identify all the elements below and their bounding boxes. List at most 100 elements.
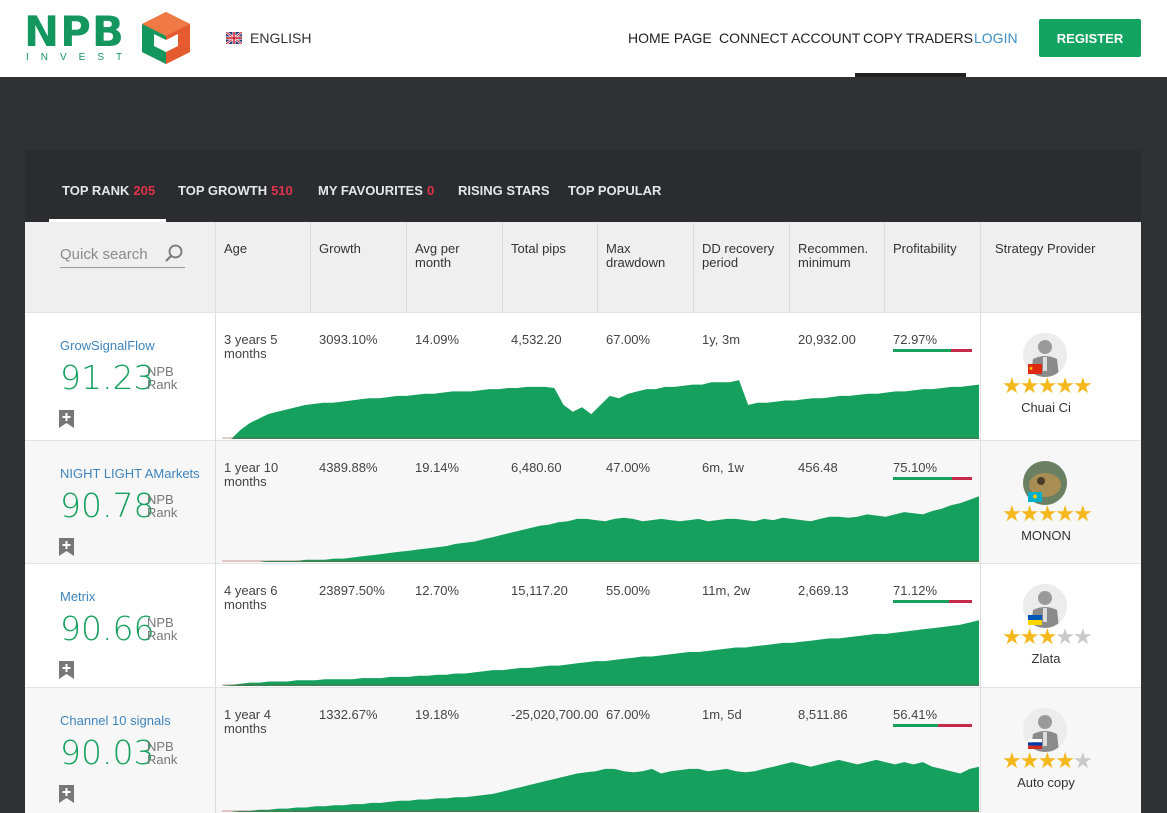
npb-rank-label: NPB Rank (147, 616, 177, 642)
rating-star-icon: ★ (1055, 748, 1075, 773)
profitability-bar-positive (893, 477, 952, 480)
tab-label: TOP GROWTH (178, 183, 268, 198)
cell-age: 4 years 6 months (224, 584, 277, 612)
rating-star-icon: ★ (1072, 624, 1093, 649)
age-line: 1 year 4 (224, 707, 271, 722)
trader-row[interactable]: Metrix 90.66 NPB Rank 4 years 6 months 23897.5… (25, 563, 1141, 687)
equity-growth-chart (222, 759, 979, 812)
rating-star-icon: ★ (1002, 501, 1022, 526)
col-dd-recovery[interactable]: DD recovery period (702, 242, 774, 270)
logo[interactable]: NPB INVEST (24, 8, 199, 66)
col-max-drawdown[interactable]: Max drawdown (606, 242, 665, 270)
cell-avg: 14.09% (415, 332, 460, 347)
tab-top-popular[interactable]: TOP POPULAR (568, 183, 661, 198)
nav-home-page[interactable]: HOME PAGE (628, 30, 712, 46)
rank-label-line: Rank (147, 628, 178, 643)
column-divider (310, 222, 311, 312)
register-button[interactable]: REGISTER (1039, 19, 1141, 57)
search-input[interactable]: Quick search (60, 240, 185, 268)
trader-name-link[interactable]: Metrix (60, 589, 95, 604)
cell-pips: 6,480.60 (511, 460, 562, 475)
age-line: months (224, 597, 267, 612)
provider-rating: ★★★★★ (1002, 748, 1093, 774)
cell-recovery: 11m, 2w (702, 583, 751, 598)
age-line: months (224, 346, 267, 361)
cell-avg: 12.70% (415, 583, 460, 598)
col-profitability[interactable]: Profitability (893, 242, 957, 256)
profitability-bar-positive (893, 349, 951, 352)
rating-star-icon: ★ (1072, 373, 1093, 398)
column-divider (693, 222, 694, 312)
cell-recovery: 6m, 1w (702, 460, 744, 475)
col-strategy-provider[interactable]: Strategy Provider (995, 242, 1095, 256)
cell-drawdown: 67.00% (606, 332, 651, 347)
add-favourite-icon[interactable] (59, 410, 74, 428)
logo-text: NPB (24, 7, 125, 56)
rating-star-icon: ★ (1019, 373, 1040, 398)
tab-rising-stars[interactable]: RISING STARS (458, 183, 550, 198)
cell-avg: 19.18% (415, 707, 460, 722)
nav-login[interactable]: LOGIN (974, 30, 1018, 46)
traders-panel: TOP RANK 205 TOP GROWTH 510 MY FAVOURITES 0… (25, 150, 1141, 813)
provider-rating: ★★★★★ (1002, 501, 1093, 527)
column-divider (406, 222, 407, 312)
uk-flag-icon (226, 32, 242, 44)
cell-growth: 3093.10% (319, 332, 378, 347)
col-age[interactable]: Age (224, 242, 247, 256)
add-favourite-icon[interactable] (59, 538, 74, 556)
site-header: NPB INVEST ENGLISH HOME PAGE CONNECT ACC… (0, 0, 1167, 77)
tab-count: 510 (271, 183, 293, 198)
npb-rank-score: 91.23 (60, 358, 155, 397)
trader-row[interactable]: Channel 10 signals 90.03 NPB Rank 1 year 4 mo… (25, 687, 1141, 813)
col-label: Recommen. (798, 241, 869, 256)
logo-mark-icon (142, 12, 190, 64)
cell-profit: 72.97% (893, 332, 938, 347)
rating-star-icon: ★ (1019, 624, 1040, 649)
tab-top-growth[interactable]: TOP GROWTH 510 (178, 183, 293, 198)
rating-star-icon: ★ (1055, 501, 1075, 526)
trader-row[interactable]: NIGHT LIGHT AMarkets 90.78 NPB Rank 1 year 1… (25, 440, 1141, 563)
tab-top-rank[interactable]: TOP RANK 205 (62, 183, 155, 198)
age-line: 3 years 5 (224, 332, 278, 347)
trader-name-link[interactable]: NIGHT LIGHT AMarkets (60, 466, 200, 481)
col-avg-per-month[interactable]: Avg per month (415, 242, 460, 270)
nav-copy-traders[interactable]: COPY TRADERS (863, 30, 973, 46)
language-selector[interactable]: ENGLISH (226, 30, 311, 46)
equity-area (222, 620, 979, 686)
provider-name[interactable]: Chuai Ci (981, 400, 1111, 415)
trader-name-link[interactable]: GrowSignalFlow (60, 338, 155, 353)
profitability-bar-negative (938, 724, 972, 727)
trader-row[interactable]: GrowSignalFlow 91.23 NPB Rank 3 years 5 month… (25, 312, 1141, 440)
tab-my-favourites[interactable]: MY FAVOURITES 0 (318, 183, 434, 198)
nav-connect-account[interactable]: CONNECT ACCOUNT (719, 30, 860, 46)
column-divider (215, 222, 216, 813)
col-growth[interactable]: Growth (319, 242, 361, 256)
add-favourite-icon[interactable] (59, 785, 74, 803)
tab-label: RISING STARS (458, 183, 550, 198)
cell-minimum: 2,669.13 (798, 583, 849, 598)
npb-rank-score: 90.66 (60, 609, 155, 648)
tab-label: MY FAVOURITES (318, 183, 423, 198)
cell-minimum: 456.48 (798, 460, 838, 475)
rating-star-icon: ★ (1002, 624, 1022, 649)
column-divider (884, 222, 885, 312)
cell-pips: 15,117.20 (511, 583, 568, 598)
cell-drawdown: 47.00% (606, 460, 651, 475)
age-line: months (224, 721, 267, 736)
trader-name-link[interactable]: Channel 10 signals (60, 713, 171, 728)
profitability-bar-positive (893, 724, 938, 727)
cell-recovery: 1m, 5d (702, 707, 742, 722)
provider-name[interactable]: MONON (981, 528, 1111, 543)
col-recommended-minimum[interactable]: Recommen. minimum (798, 242, 868, 270)
equity-area (222, 380, 979, 439)
col-total-pips[interactable]: Total pips (511, 242, 566, 256)
search-icon[interactable] (165, 244, 183, 262)
provider-name[interactable]: Zlata (981, 651, 1111, 666)
equity-growth-chart (222, 380, 979, 439)
provider-rating: ★★★★★ (1002, 624, 1093, 650)
provider-name[interactable]: Auto copy (981, 775, 1111, 790)
add-favourite-icon[interactable] (59, 661, 74, 679)
language-label: ENGLISH (250, 30, 312, 46)
column-divider (980, 222, 981, 813)
tab-count: 205 (133, 183, 156, 198)
